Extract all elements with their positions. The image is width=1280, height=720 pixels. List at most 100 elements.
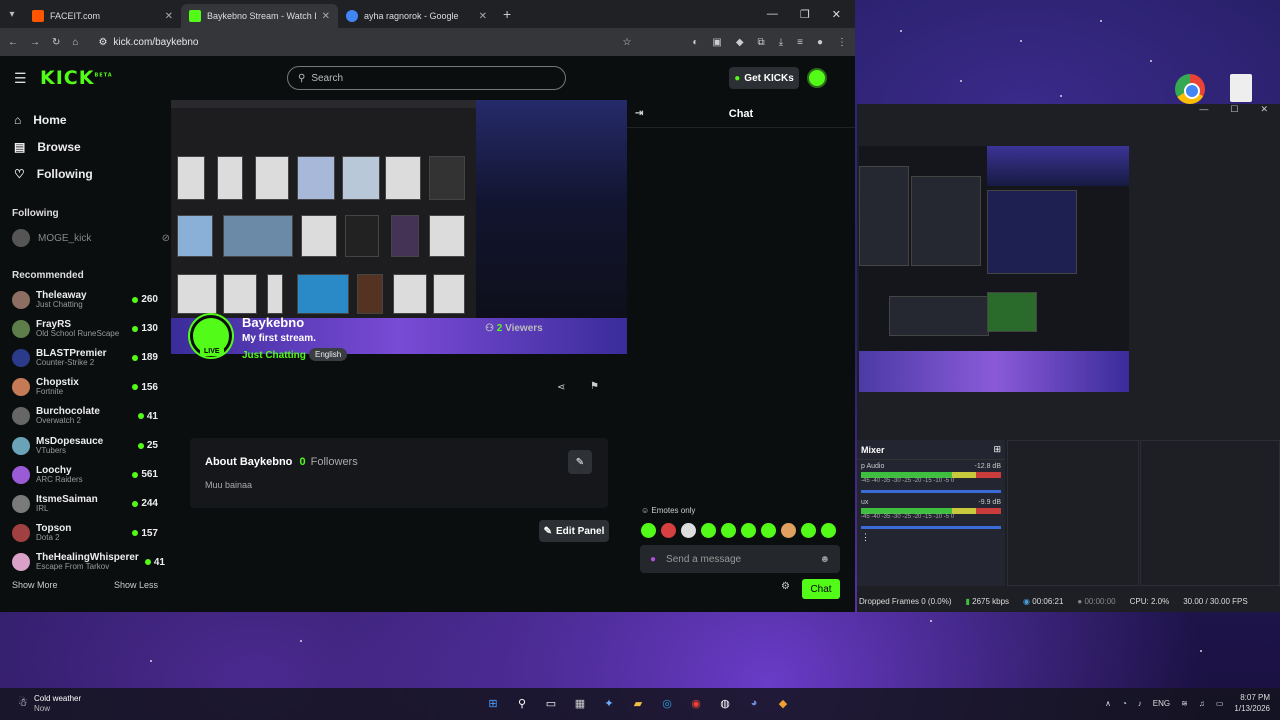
minimize-icon[interactable]: — — [1199, 104, 1208, 118]
bookmark-star-icon[interactable]: ☆ — [622, 37, 631, 48]
discord-icon[interactable]: ◕ — [745, 694, 763, 712]
chat-send-button[interactable]: Chat — [802, 579, 840, 599]
following-channel[interactable]: MOGE_kick ⊘ — [0, 223, 170, 253]
hamburger-menu-icon[interactable]: ☰ — [14, 70, 27, 87]
emote-button[interactable] — [781, 523, 796, 538]
reload-icon[interactable]: ↻ — [52, 37, 60, 48]
obs-icon[interactable]: ◍ — [716, 694, 734, 712]
recommended-channel[interactable]: Loochy ARC Raiders 561 — [0, 460, 170, 489]
emote-button[interactable] — [821, 523, 836, 538]
search-input[interactable]: ⚲ Search — [287, 66, 566, 90]
more-options-icon[interactable]: ⋮ — [857, 532, 1005, 543]
media-icon[interactable]: ≡ — [797, 37, 803, 48]
puzzle-icon[interactable]: ⧉ — [758, 37, 765, 48]
emote-button[interactable] — [681, 523, 696, 538]
show-more-button[interactable]: Show More — [12, 580, 58, 590]
app-icon[interactable]: ◆ — [774, 694, 792, 712]
battery-icon[interactable]: ▭ — [1216, 699, 1224, 708]
obs-preview[interactable] — [859, 146, 1129, 392]
emote-button[interactable] — [661, 523, 676, 538]
collapse-chat-icon[interactable]: ⇥ — [635, 108, 643, 119]
download-icon[interactable]: ⤓ — [779, 37, 783, 48]
extension-icon[interactable]: ◐ — [692, 37, 698, 48]
edit-panel-button[interactable]: ✎ Edit Panel — [539, 520, 609, 542]
video-player[interactable] — [171, 100, 627, 354]
recommended-channel[interactable]: FrayRS Old School RuneScape 130 — [0, 314, 170, 343]
search-icon[interactable]: ⚲ — [513, 694, 531, 712]
share-icon[interactable]: ⋖ — [557, 382, 565, 393]
tab-google[interactable]: ayha ragnorok - Google ✕ — [338, 4, 495, 28]
recommended-channel[interactable]: Burchocolate Overwatch 2 41 — [0, 402, 170, 431]
back-icon[interactable]: ← — [8, 37, 18, 48]
show-less-button[interactable]: Show Less — [114, 580, 158, 590]
store-icon[interactable]: ▦ — [571, 694, 589, 712]
microphone-icon[interactable]: ♪ — [1138, 699, 1142, 708]
edit-about-button[interactable]: ✎ — [568, 450, 592, 474]
streamer-name[interactable]: Baykebno — [242, 315, 304, 330]
clock[interactable]: 8:07 PM 1/13/2026 — [1234, 693, 1270, 715]
emoji-picker-icon[interactable]: ☻ — [819, 554, 830, 565]
nav-following[interactable]: ♡ Following — [0, 160, 170, 187]
home-icon[interactable]: ⌂ — [72, 37, 78, 48]
emote-button[interactable] — [761, 523, 776, 538]
maximize-icon[interactable]: ☐ — [1230, 104, 1238, 118]
recommended-channel[interactable]: Chopstix Fortnite 156 — [0, 373, 170, 402]
edge-icon[interactable]: ◎ — [658, 694, 676, 712]
recommended-channel[interactable]: Theleaway Just Chatting 260 — [0, 285, 170, 314]
emote-button[interactable] — [721, 523, 736, 538]
copilot-icon[interactable]: ✦ — [600, 694, 618, 712]
desktop-file-icon[interactable] — [1230, 74, 1252, 102]
stream-category[interactable]: Just Chatting — [242, 350, 306, 361]
extension-icon[interactable]: ◆ — [736, 37, 744, 48]
close-window-icon[interactable]: ✕ — [832, 8, 841, 21]
tab-search-icon[interactable]: ▾ — [0, 9, 24, 20]
emote-button[interactable] — [801, 523, 816, 538]
new-tab-button[interactable]: + — [503, 6, 511, 22]
user-avatar[interactable] — [807, 68, 827, 88]
network-icon[interactable]: ◔ — [1122, 699, 1127, 708]
recommended-channel[interactable]: ItsmeSaiman IRL 244 — [0, 489, 170, 518]
close-icon[interactable]: ✕ — [165, 11, 173, 22]
moderator-icon[interactable]: ⚑ — [590, 381, 599, 392]
recommended-channel[interactable]: Topson Dota 2 157 — [0, 519, 170, 548]
weather-widget[interactable]: ☃ Cold weather Now — [18, 694, 81, 715]
close-window-icon[interactable]: ✕ — [1260, 104, 1268, 118]
language-indicator[interactable]: ENG — [1153, 699, 1170, 708]
tab-kick[interactable]: Baykebno Stream - Watch Live ✕ — [181, 4, 338, 28]
recommended-channel[interactable]: BLASTPremier Counter-Strike 2 189 — [0, 343, 170, 372]
close-icon[interactable]: ✕ — [479, 11, 487, 22]
close-icon[interactable]: ✕ — [322, 11, 330, 22]
nav-home[interactable]: ⌂ Home — [0, 106, 170, 133]
chat-message-input[interactable]: ● Send a message ☻ — [640, 545, 840, 573]
get-kicks-button[interactable]: ● Get KICKs — [729, 67, 799, 89]
emote-button[interactable] — [641, 523, 656, 538]
forward-icon[interactable]: → — [30, 37, 40, 48]
minimize-icon[interactable]: — — [767, 8, 778, 21]
recommended-channel[interactable]: MsDopesauce VTubers 25 — [0, 431, 170, 460]
menu-dots-icon[interactable]: ⋮ — [837, 37, 847, 48]
task-view-icon[interactable]: ▭ — [542, 694, 560, 712]
volume-icon[interactable]: ♫ — [1199, 699, 1205, 708]
maximize-icon[interactable]: ❐ — [800, 8, 810, 21]
microphone-icon[interactable]: ● — [650, 554, 656, 565]
volume-fader[interactable] — [861, 526, 1001, 529]
extension-icon[interactable]: ▣ — [712, 37, 721, 48]
desktop-chrome-icon[interactable] — [1175, 74, 1205, 104]
recommended-channel[interactable]: TheHealingWhisperer Escape From Tarkov 41 — [0, 548, 170, 577]
stream-language-tag[interactable]: English — [309, 348, 348, 361]
wifi-icon[interactable]: ≋ — [1181, 699, 1188, 708]
mixer-menu-icon[interactable]: ⊞ — [993, 444, 1001, 455]
kick-logo[interactable]: KICKBETA — [40, 67, 113, 89]
site-info-icon[interactable]: ⚙ — [98, 37, 107, 48]
file-explorer-icon[interactable]: ▰ — [629, 694, 647, 712]
volume-fader[interactable] — [861, 490, 1001, 493]
profile-icon[interactable]: ● — [817, 37, 823, 48]
emote-button[interactable] — [741, 523, 756, 538]
chrome-icon[interactable]: ◉ — [687, 694, 705, 712]
nav-browse[interactable]: ▤ Browse — [0, 133, 170, 160]
chevron-up-icon[interactable]: ∧ — [1105, 699, 1111, 708]
emote-button[interactable] — [701, 523, 716, 538]
chat-settings-icon[interactable]: ⚙ — [781, 581, 790, 592]
url-field[interactable]: ⚙ kick.com/baykebno — [90, 32, 610, 52]
start-icon[interactable]: ⊞ — [484, 694, 502, 712]
